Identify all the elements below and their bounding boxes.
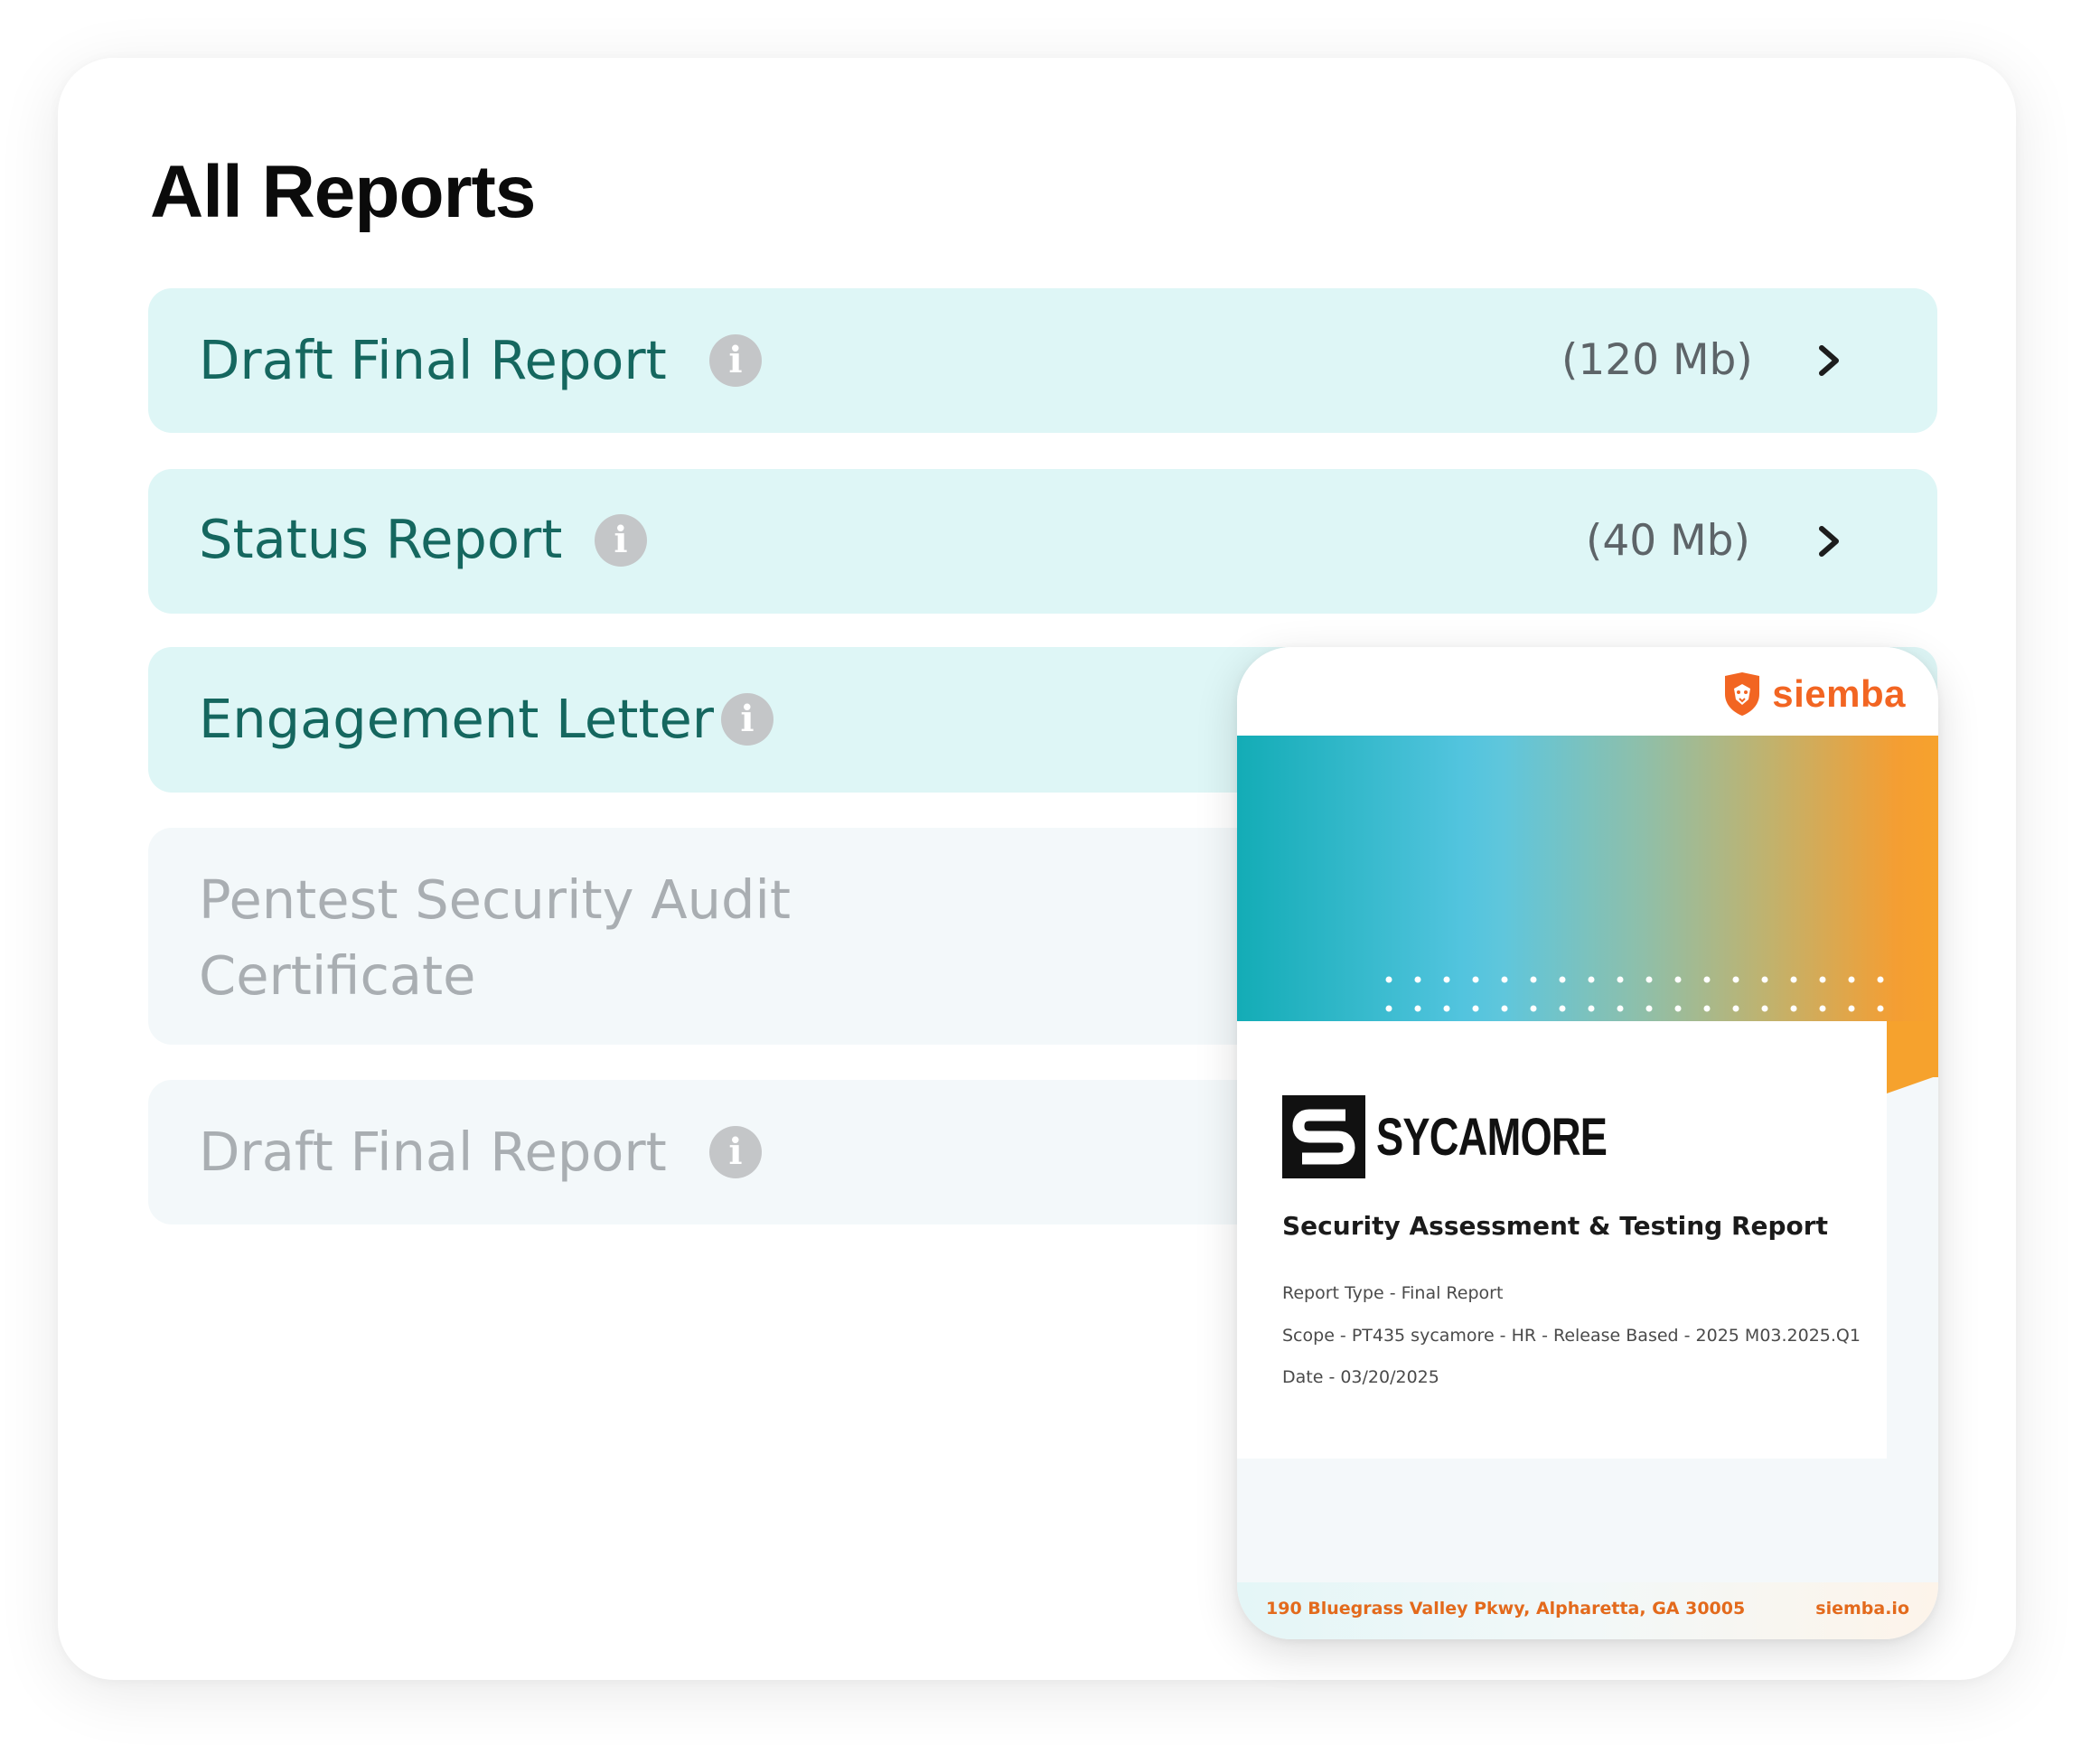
brand-name: siemba <box>1772 672 1906 715</box>
info-icon: i <box>709 1126 762 1178</box>
report-title-line1: Pentest Security Audit <box>199 868 791 931</box>
report-title: Engagement Letter <box>199 688 715 750</box>
report-scope: Scope - PT435 sycamore - HR - Release Ba… <box>1282 1326 1861 1346</box>
report-preview[interactable]: siemba SYCAMORE Security Assessment & Te… <box>1237 647 1938 1639</box>
company-address: 190 Bluegrass Valley Pkwy, Alpharetta, G… <box>1266 1599 1746 1619</box>
siemba-logo: siemba <box>1721 667 1906 721</box>
report-type: Report Type - Final Report <box>1282 1283 1504 1303</box>
info-icon[interactable]: i <box>709 334 762 387</box>
chevron-right-icon[interactable] <box>1811 514 1851 568</box>
chevron-right-icon[interactable] <box>1811 333 1851 388</box>
file-size: (120 Mb) <box>1561 335 1753 385</box>
report-title-line2: Certificate <box>199 944 476 1007</box>
preview-header: siemba <box>1237 647 1938 736</box>
company-website[interactable]: siemba.io <box>1815 1599 1909 1619</box>
report-title: Draft Final Report <box>199 329 667 391</box>
file-size: (40 Mb) <box>1586 516 1750 566</box>
report-date: Date - 03/20/2025 <box>1282 1367 1439 1387</box>
info-icon[interactable]: i <box>595 514 647 567</box>
lion-shield-icon <box>1725 672 1760 716</box>
client-logo: SYCAMORE <box>1282 1095 1672 1178</box>
dot-pattern <box>1385 976 1884 1012</box>
report-title: Status Report <box>199 508 563 570</box>
report-title: Draft Final Report <box>199 1121 667 1183</box>
info-icon[interactable]: i <box>721 693 773 746</box>
report-row-status-report[interactable]: Status Report i (40 Mb) <box>148 469 1937 614</box>
document-heading: Security Assessment & Testing Report <box>1282 1211 1828 1241</box>
cover-corner-fold <box>1887 1021 1938 1093</box>
preview-footer: 190 Bluegrass Valley Pkwy, Alpharetta, G… <box>1237 1582 1938 1639</box>
report-row-draft-final-report[interactable]: Draft Final Report i (120 Mb) <box>148 288 1937 433</box>
cover-panel: SYCAMORE Security Assessment & Testing R… <box>1237 1021 1887 1459</box>
client-name: SYCAMORE <box>1376 1107 1608 1167</box>
page-title: All Reports <box>150 151 536 233</box>
sycamore-logo-icon <box>1282 1095 1365 1178</box>
